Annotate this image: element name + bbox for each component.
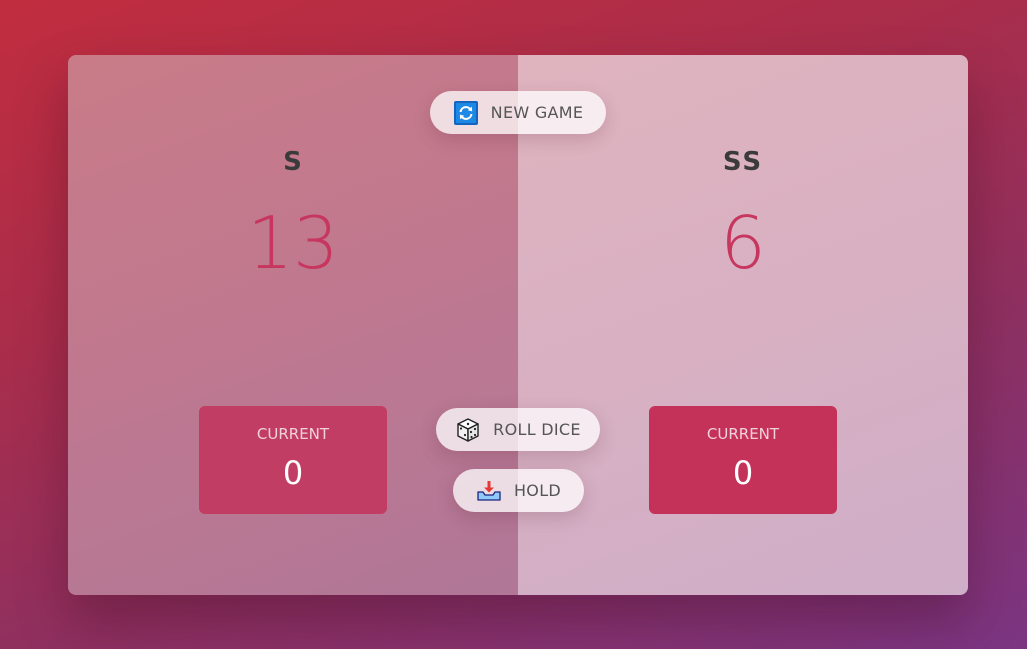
player-1-panel: SS 6 CURRENT 0 xyxy=(518,55,968,595)
refresh-icon xyxy=(453,100,479,126)
hold-button[interactable]: HOLD xyxy=(453,469,584,512)
dice-icon xyxy=(455,417,481,443)
roll-dice-button[interactable]: ROLL DICE xyxy=(436,408,600,451)
player-1-total-score: 6 xyxy=(720,201,766,285)
player-1-current-score: 0 xyxy=(732,454,754,492)
player-1-current-label: CURRENT xyxy=(706,425,780,443)
player-0-current-label: CURRENT xyxy=(256,425,330,443)
player-0-current-box: CURRENT 0 xyxy=(199,406,387,514)
player-0-panel: S 13 CURRENT 0 xyxy=(68,55,518,595)
new-game-button[interactable]: NEW GAME xyxy=(430,91,606,134)
player-0-name: S xyxy=(283,147,303,177)
roll-dice-label: ROLL DICE xyxy=(493,420,581,439)
new-game-label: NEW GAME xyxy=(490,103,584,122)
player-0-total-score: 13 xyxy=(247,201,339,285)
hold-label: HOLD xyxy=(513,481,562,500)
game-board: S 13 CURRENT 0 SS 6 CURRENT 0 xyxy=(68,55,968,595)
player-1-current-box: CURRENT 0 xyxy=(649,406,837,514)
download-tray-icon xyxy=(476,480,502,502)
player-1-name: SS xyxy=(722,147,764,177)
player-0-current-score: 0 xyxy=(282,454,304,492)
